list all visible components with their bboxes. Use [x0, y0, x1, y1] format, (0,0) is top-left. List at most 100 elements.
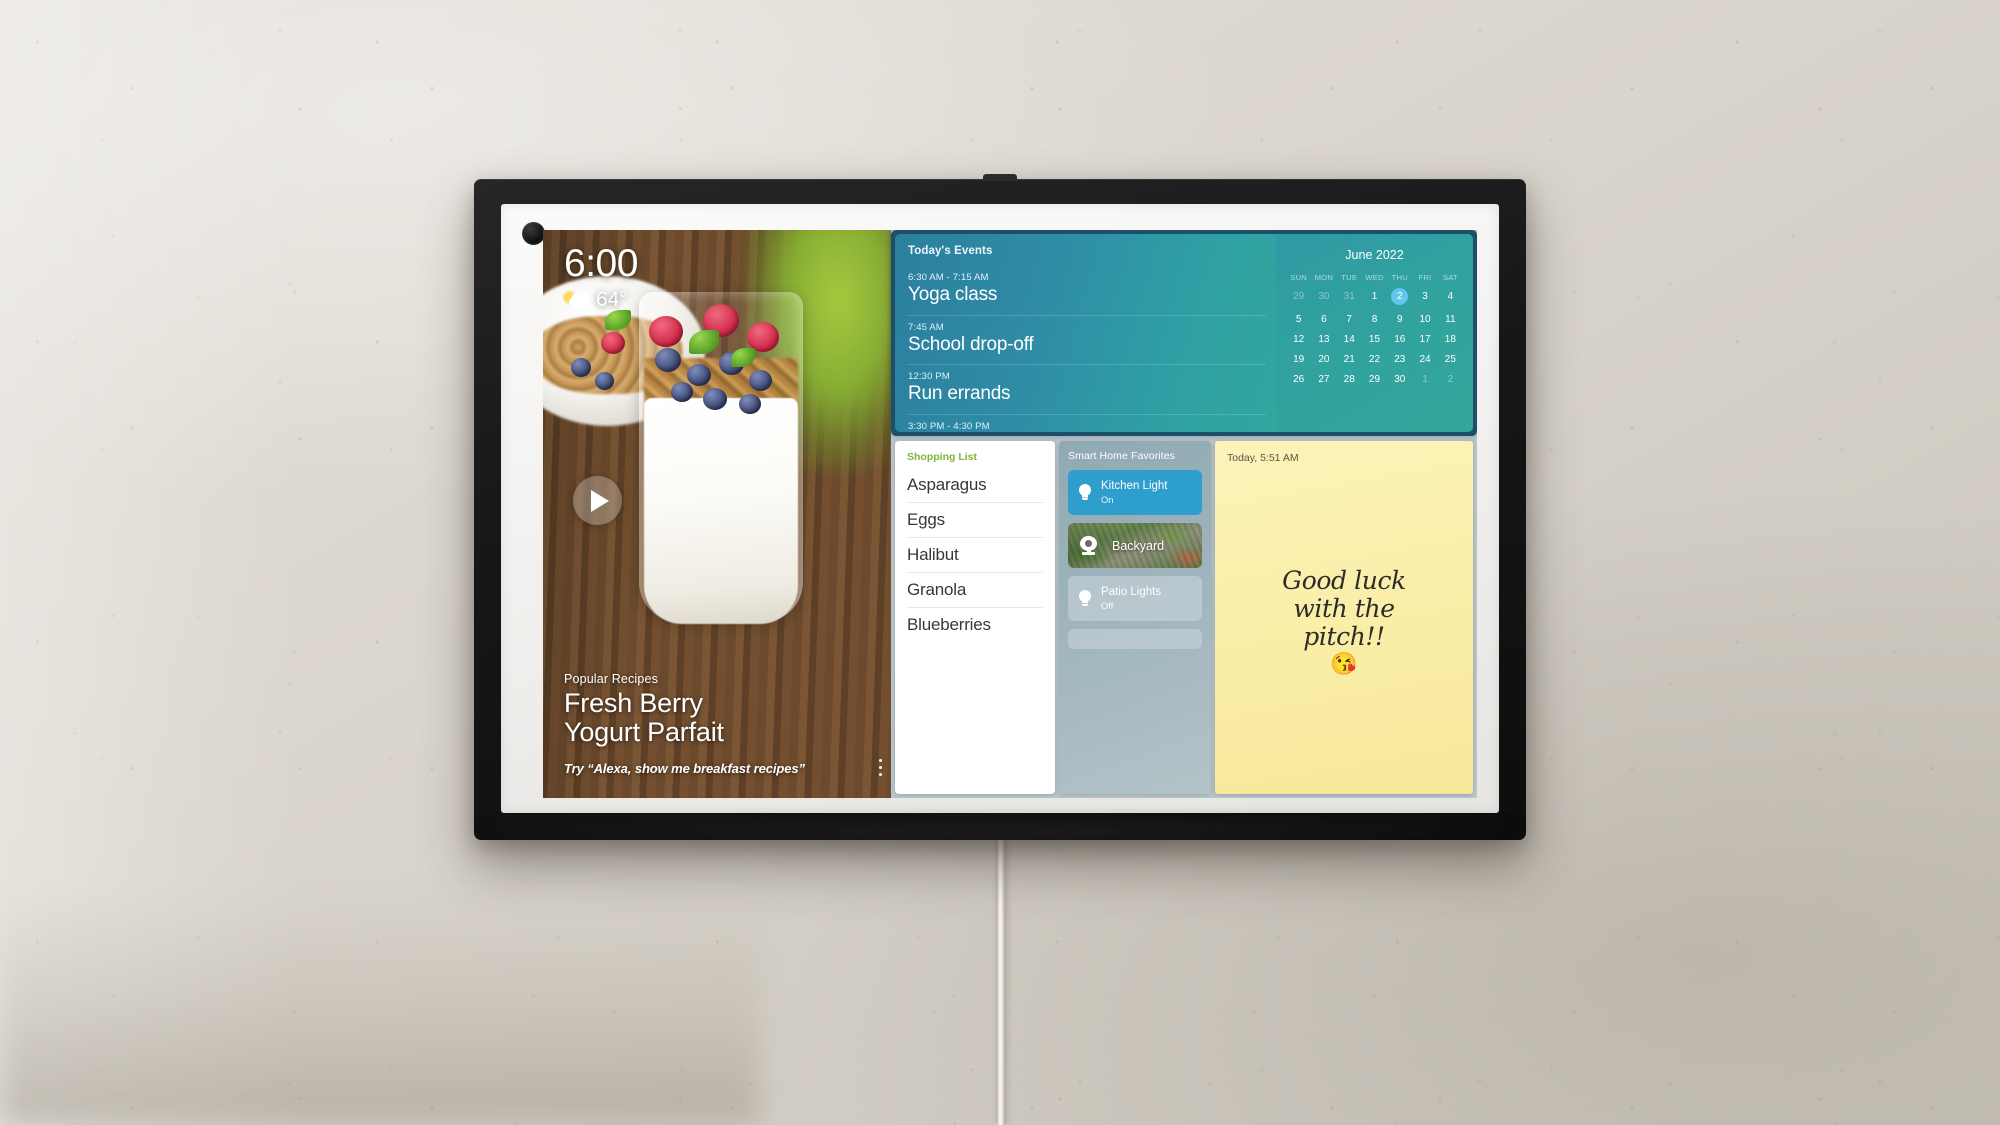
device-inner-bezel: 6:00 64° Popular Recipes Fresh Berry Yog… [501, 204, 1499, 813]
calendar-day[interactable]: 24 [1412, 354, 1437, 365]
events-heading: Today's Events [908, 245, 993, 257]
shopping-list-heading: Shopping List [907, 451, 977, 463]
calendar-day-header: TUE [1341, 273, 1358, 282]
calendar-grid: SUN MON TUE WED THU FRI SAT 29 30 31 1 2… [1286, 273, 1463, 385]
smart-home-favorites-card: Smart Home Favorites Kitchen Light On Ba… [1059, 441, 1211, 794]
sticky-note-line1: Good luck [1282, 565, 1406, 595]
recipe-text-block: Popular Recipes Fresh Berry Yogurt Parfa… [564, 672, 857, 776]
sticky-note-emoji: 😘 [1330, 650, 1358, 676]
recipe-kicker: Popular Recipes [564, 672, 658, 687]
calendar-day[interactable]: 5 [1286, 314, 1311, 325]
event-time: 7:45 AM [908, 321, 944, 333]
shopping-list-card[interactable]: Shopping List Asparagus Eggs Halibut Gra… [895, 441, 1055, 794]
widget-column: Today's Events 6:30 AM - 7:15 AM Yoga cl… [891, 230, 1477, 798]
calendar-day[interactable]: 4 [1438, 291, 1463, 305]
calendar-day[interactable]: 16 [1387, 334, 1412, 345]
sticky-note-text: Good luck with the pitch!! [1282, 565, 1406, 651]
smart-home-tile-kitchen-light[interactable]: Kitchen Light On [1068, 470, 1202, 515]
calendar-day[interactable]: 19 [1286, 354, 1311, 365]
event-item[interactable]: 7:45 AM School drop-off [908, 316, 1266, 366]
calendar-day[interactable]: 23 [1387, 354, 1412, 365]
recipe-title-line2: Yogurt Parfait [564, 716, 724, 747]
calendar-day[interactable]: 31 [1337, 291, 1362, 305]
calendar-day[interactable]: 8 [1362, 314, 1387, 325]
event-item[interactable]: 3:30 PM - 4:30 PM Pitch meeting [908, 415, 1266, 432]
event-name: Yoga class [908, 284, 998, 305]
sticky-note-body: Good luck with the pitch!! 😘 [1227, 458, 1461, 783]
list-item[interactable]: Asparagus [907, 468, 1043, 503]
calendar-day[interactable]: 17 [1412, 334, 1437, 345]
calendar-day[interactable]: 26 [1286, 374, 1311, 385]
calendar-day[interactable]: 15 [1362, 334, 1387, 345]
recipe-voice-hint: Try “Alexa, show me breakfast recipes” [564, 761, 805, 776]
sun-behind-cloud-icon [564, 291, 589, 309]
event-time: 12:30 PM [908, 371, 950, 383]
smart-home-heading: Smart Home Favorites [1068, 450, 1176, 462]
weather-temperature: 64° [596, 288, 628, 311]
calendar-day[interactable]: 1 [1412, 374, 1437, 385]
calendar-day-header: MON [1314, 273, 1334, 282]
calendar-day[interactable]: 30 [1311, 291, 1336, 305]
calendar-day[interactable]: 21 [1337, 354, 1362, 365]
calendar-panel[interactable]: June 2022 SUN MON TUE WED THU FRI SAT 29 [1276, 234, 1473, 432]
recipe-title: Fresh Berry Yogurt Parfait [564, 689, 857, 746]
smart-home-tile-name: Kitchen Light [1101, 479, 1168, 492]
list-item[interactable]: Granola [907, 573, 1043, 608]
lower-widget-row: Shopping List Asparagus Eggs Halibut Gra… [891, 436, 1477, 798]
calendar-day[interactable]: 12 [1286, 334, 1311, 345]
calendar-day[interactable]: 29 [1286, 291, 1311, 305]
calendar-day[interactable]: 20 [1311, 354, 1336, 365]
weather-row: 64° [564, 288, 638, 312]
calendar-day[interactable]: 6 [1311, 314, 1336, 325]
event-time: 3:30 PM - 4:30 PM [908, 420, 990, 432]
calendar-day-today[interactable]: 2 [1387, 288, 1412, 305]
calendar-day[interactable]: 9 [1387, 314, 1412, 325]
list-item[interactable]: Blueberries [907, 608, 1043, 642]
device-top-notch [983, 174, 1017, 181]
todays-events-panel[interactable]: Today's Events 6:30 AM - 7:15 AM Yoga cl… [895, 234, 1276, 432]
calendar-day-header: THU [1391, 273, 1408, 282]
calendar-day[interactable]: 11 [1438, 314, 1463, 325]
counter-surface [0, 895, 760, 1125]
event-name: School drop-off [908, 333, 1034, 355]
sticky-note-line3: pitch!! [1303, 621, 1385, 651]
smart-home-tile-partial[interactable] [1068, 629, 1202, 649]
calendar-day[interactable]: 30 [1387, 374, 1412, 385]
kebab-menu-icon[interactable] [878, 758, 882, 776]
lightbulb-icon [1078, 484, 1092, 501]
recipe-title-line1: Fresh Berry [564, 688, 703, 719]
recipe-card[interactable]: 6:00 64° Popular Recipes Fresh Berry Yog… [543, 230, 891, 798]
calendar-day[interactable]: 13 [1311, 334, 1336, 345]
smart-home-tile-state: Off [1101, 600, 1114, 612]
lightbulb-icon [1078, 590, 1092, 607]
event-time: 6:30 AM - 7:15 AM [908, 272, 989, 283]
events-strip: Today's Events 6:30 AM - 7:15 AM Yoga cl… [891, 230, 1477, 436]
calendar-month-title: June 2022 [1345, 248, 1404, 262]
calendar-day[interactable]: 29 [1362, 374, 1387, 385]
calendar-day[interactable]: 1 [1362, 291, 1387, 305]
smart-display-device: 6:00 64° Popular Recipes Fresh Berry Yog… [474, 174, 1526, 840]
list-item[interactable]: Halibut [907, 538, 1043, 573]
events-list: 6:30 AM - 7:15 AM Yoga class 7:45 AM Sch… [908, 266, 1276, 432]
calendar-day[interactable]: 10 [1412, 314, 1437, 325]
calendar-day[interactable]: 2 [1438, 374, 1463, 385]
smart-home-tile-backyard-camera[interactable]: Backyard [1068, 523, 1202, 568]
smart-home-tile-patio-lights[interactable]: Patio Lights Off [1068, 576, 1202, 621]
calendar-day[interactable]: 3 [1412, 291, 1437, 305]
calendar-day[interactable]: 14 [1337, 334, 1362, 345]
calendar-day[interactable]: 28 [1337, 374, 1362, 385]
calendar-day[interactable]: 27 [1311, 374, 1336, 385]
calendar-day[interactable]: 18 [1438, 334, 1463, 345]
clock-overlay: 6:00 64° [564, 244, 638, 312]
sticky-note-line2: with the [1293, 593, 1395, 623]
calendar-day-header: FRI [1418, 273, 1432, 282]
event-item[interactable]: 6:30 AM - 7:15 AM Yoga class [908, 266, 1266, 316]
calendar-day[interactable]: 22 [1362, 354, 1387, 365]
calendar-day[interactable]: 25 [1438, 354, 1463, 365]
sticky-note-card[interactable]: Today, 5:51 AM Good luck with the pitch!… [1215, 441, 1473, 794]
play-icon[interactable] [573, 476, 622, 525]
smart-home-tile-name: Patio Lights [1101, 585, 1162, 598]
list-item[interactable]: Eggs [907, 503, 1043, 538]
event-item[interactable]: 12:30 PM Run errands [908, 365, 1266, 415]
calendar-day[interactable]: 7 [1337, 314, 1362, 325]
